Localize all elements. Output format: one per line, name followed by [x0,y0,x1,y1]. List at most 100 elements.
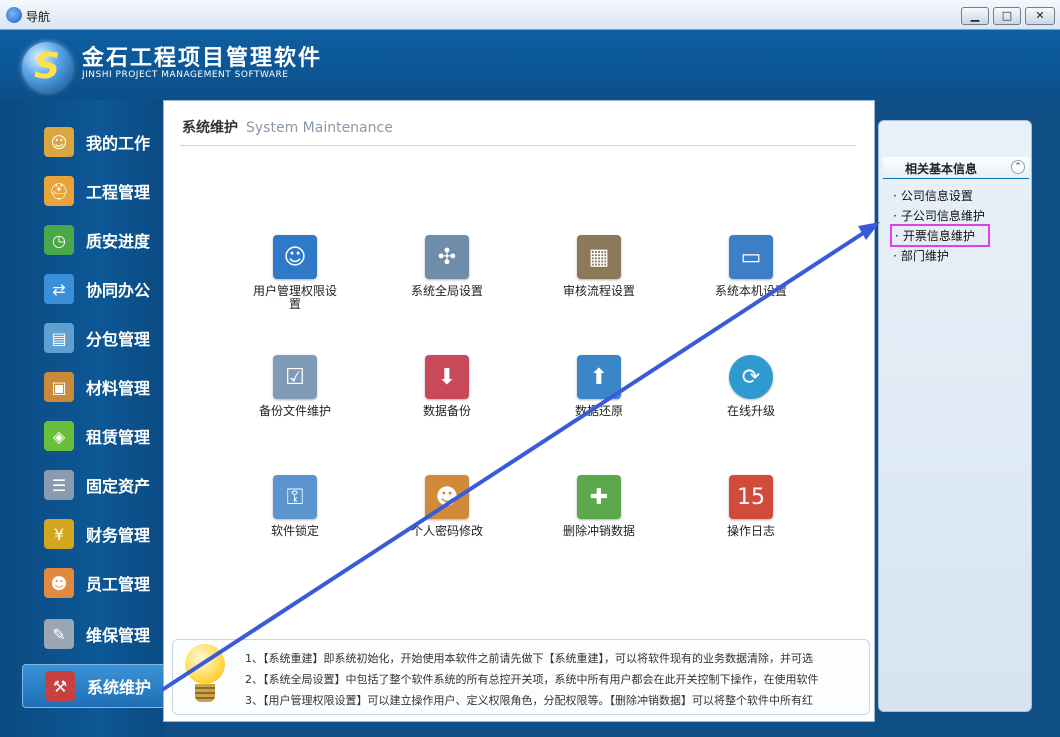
tile-operation-log[interactable]: 15 操作日志 [696,475,806,565]
tile-label: 删除冲销数据 [562,524,635,538]
maximize-button[interactable]: □ [993,7,1021,25]
sidebar-item-office[interactable]: ⇄ 协同办公 [22,267,167,311]
calendar-log-icon: 15 [729,475,773,519]
sidebar-item-assets[interactable]: ☰ 固定资产 [22,463,167,507]
clock-progress-icon: ◷ [44,225,74,255]
tile-label: 系统本机设置 [714,284,787,298]
my-work-icon: ☺ [44,127,74,157]
tile-label: 在线升级 [726,404,775,418]
sidebar-item-label: 员工管理 [86,575,151,594]
sidebar-item-label: 我的工作 [86,134,151,153]
link-subsidiary-info[interactable]: · 子公司信息维护 [893,207,985,224]
tips-box: 1、【系统重建】即系统初始化，开始使用本软件之前请先做下【系统重建】，可以将软件… [172,639,870,715]
tile-data-backup[interactable]: ⬇ 数据备份 [392,355,502,445]
sidebar-item-finance[interactable]: ¥ 财务管理 [22,512,167,556]
related-info-title: 相关基本信息 [905,162,978,176]
app-logo-icon [6,7,22,23]
worker-icon: ⛑ [44,176,74,206]
lightbulb-icon [183,644,227,708]
brand-subtitle: JINSHI PROJECT MANAGEMENT SOFTWARE [82,70,289,80]
link-department[interactable]: · 部门维护 [893,247,949,264]
tile-label: 备份文件维护 [258,404,331,418]
minimize-button[interactable]: ▁ [961,7,989,25]
tile-label: 用户管理权限设置 [253,284,338,311]
wrench-icon: ✎ [44,619,74,649]
sidebar-item-lease[interactable]: ◈ 租赁管理 [22,414,167,458]
window-title: 导航 [26,10,51,24]
server-rack-icon: ☰ [44,470,74,500]
tile-label: 个人密码修改 [410,524,483,538]
window-titlebar: 导航 ▁ □ ✕ [0,0,1060,30]
sidebar-item-subcontract[interactable]: ▤ 分包管理 [22,316,167,360]
tile-label: 审核流程设置 [562,284,635,298]
user-permission-icon: ☺ [273,235,317,279]
sidebar-item-label: 分包管理 [86,330,151,349]
data-restore-icon: ⬆ [577,355,621,399]
lock-icon: ⚿ [273,475,317,519]
tile-label: 系统全局设置 [410,284,483,298]
sidebar-item-maintenance[interactable]: ✎ 维保管理 [22,612,167,656]
tile-label: 数据备份 [422,404,471,418]
page-title: 系统维护 System Maintenance [182,117,393,137]
page-title-cn: 系统维护 [182,120,238,136]
sidebar-item-staff[interactable]: ☻ 员工管理 [22,561,167,605]
link-company-info[interactable]: · 公司信息设置 [893,187,973,204]
subcontract-icon: ▤ [44,323,74,353]
related-info-panel: 相关基本信息 ⌃ · 公司信息设置 · 子公司信息维护 · 开票信息维护 · 部门维护 [878,120,1032,712]
tile-user-permission[interactable]: ☺ 用户管理权限设置 [240,235,350,325]
local-settings-icon: ▭ [729,235,773,279]
sidebar-item-label: 财务管理 [86,526,151,545]
tile-global-settings[interactable]: ✣ 系统全局设置 [392,235,502,325]
sidebar-item-label: 固定资产 [86,477,151,496]
tile-online-upgrade[interactable]: ⟳ 在线升级 [696,355,806,445]
sidebar-item-label: 维保管理 [86,626,151,645]
tile-label: 软件锁定 [270,524,319,538]
close-button[interactable]: ✕ [1025,7,1055,25]
sidebar-item-material[interactable]: ▣ 材料管理 [22,365,167,409]
tile-approval-flow[interactable]: ▦ 审核流程设置 [544,235,654,325]
users-icon: ☻ [44,568,74,598]
sidebar-item-label: 质安进度 [86,232,151,251]
sidebar-item-label: 租赁管理 [86,428,151,447]
tile-data-restore[interactable]: ⬆ 数据还原 [544,355,654,445]
tile-delete-data[interactable]: ✚ 删除冲销数据 [544,475,654,565]
sidebar: ☺ 我的工作 ⛑ 工程管理 ◷ 质安进度 ⇄ 协同办公 ▤ 分包管理 ▣ 材料管… [0,100,167,737]
main-panel: 系统维护 System Maintenance ☺ 用户管理权限设置 ✣ 系统全局… [163,100,875,722]
sidebar-item-project[interactable]: ⛑ 工程管理 [22,169,167,213]
cubes-icon: ◈ [44,421,74,451]
tile-backup-files[interactable]: ☑ 备份文件维护 [240,355,350,445]
sidebar-item-label: 工程管理 [86,183,151,202]
page-title-en: System Maintenance [246,120,393,136]
delete-data-icon: ✚ [577,475,621,519]
approval-flow-icon: ▦ [577,235,621,279]
data-backup-icon: ⬇ [425,355,469,399]
sidebar-item-my-work[interactable]: ☺ 我的工作 [22,120,167,164]
online-upgrade-icon: ⟳ [729,355,773,399]
sidebar-item-label: 材料管理 [86,379,151,398]
tile-label: 数据还原 [574,404,623,418]
toolbox-icon: ⚒ [45,671,75,701]
money-icon: ¥ [44,519,74,549]
backup-files-icon: ☑ [273,355,317,399]
collapse-icon[interactable]: ⌃ [1011,160,1025,174]
sidebar-item-quality[interactable]: ◷ 质安进度 [22,218,167,262]
title-divider [180,145,856,146]
password-change-icon: ☻ [425,475,469,519]
tile-label: 操作日志 [726,524,775,538]
sidebar-item-label: 协同办公 [86,281,151,300]
tip-line: 2、【系统全局设置】中包括了整个软件系统的所有总控开关项，系统中所有用户都会在此… [245,673,819,686]
sidebar-item-label: 系统维护 [87,678,152,697]
box-icon: ▣ [44,372,74,402]
tip-line: 3、【用户管理权限设置】可以建立操作用户、定义权限角色，分配权限等。【删除冲销数… [245,694,813,707]
tile-local-settings[interactable]: ▭ 系统本机设置 [696,235,806,325]
brand-logo-icon [22,42,72,92]
collaboration-icon: ⇄ [44,274,74,304]
tile-password-change[interactable]: ☻ 个人密码修改 [392,475,502,565]
tile-software-lock[interactable]: ⚿ 软件锁定 [240,475,350,565]
related-info-header: 相关基本信息 ⌃ [883,157,1029,179]
global-settings-icon: ✣ [425,235,469,279]
link-invoice-info[interactable]: · 开票信息维护 [890,224,990,247]
sidebar-item-system[interactable]: ⚒ 系统维护 [22,664,167,708]
app-header: 金石工程项目管理软件 JINSHI PROJECT MANAGEMENT SOF… [0,30,1060,100]
brand-title: 金石工程项目管理软件 [82,46,323,71]
